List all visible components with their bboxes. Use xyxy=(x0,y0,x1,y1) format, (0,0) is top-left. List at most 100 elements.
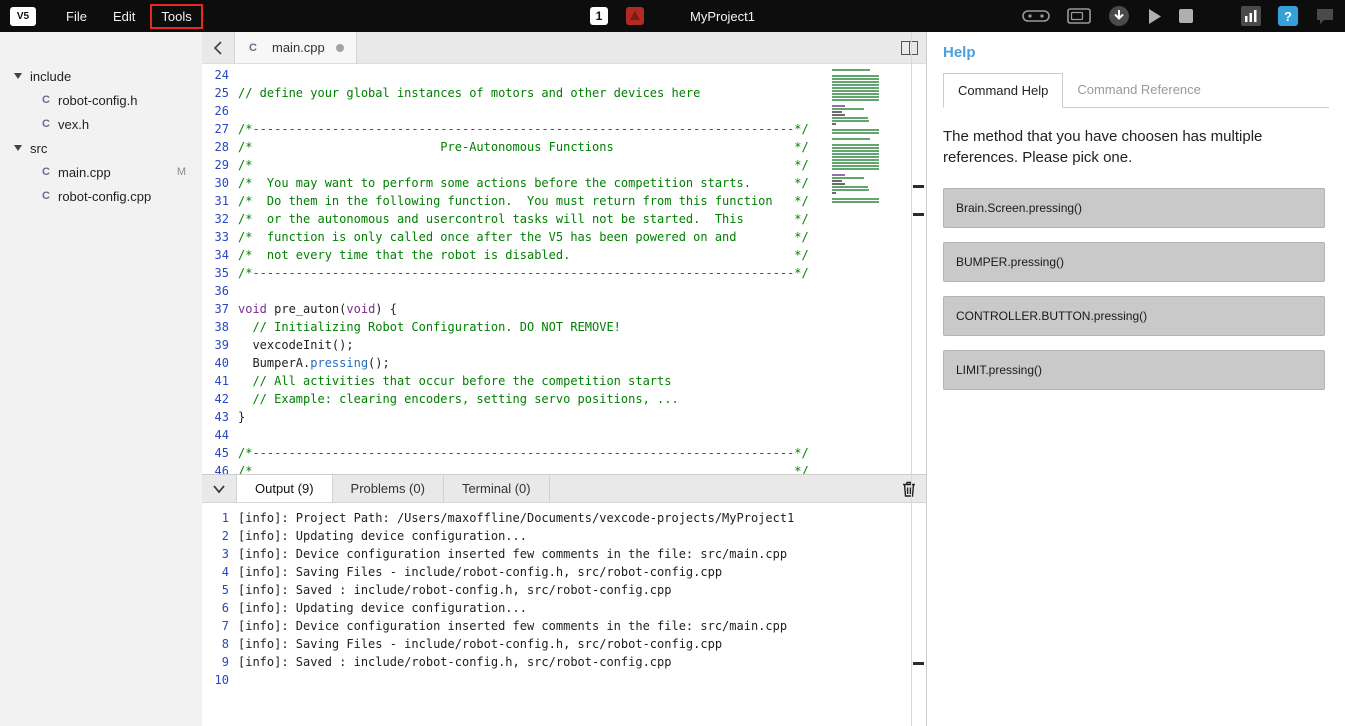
folder-src[interactable]: src xyxy=(0,136,202,160)
file-name: robot-config.h xyxy=(58,93,138,108)
folder-include[interactable]: include xyxy=(0,64,202,88)
cpp-file-icon: C xyxy=(40,94,52,106)
tab-command-help[interactable]: Command Help xyxy=(943,73,1063,108)
code-text: /* or the autonomous and usercontrol tas… xyxy=(238,210,809,228)
run-icon[interactable] xyxy=(1147,8,1162,25)
minimap-line xyxy=(832,90,879,92)
file-name: robot-config.cpp xyxy=(58,189,151,204)
minimap[interactable] xyxy=(832,66,884,204)
code-text: // define your global instances of motor… xyxy=(238,84,700,102)
menu-edit[interactable]: Edit xyxy=(103,5,145,28)
help-body: The method that you have choosen has mul… xyxy=(927,108,1345,404)
scrollbar-track[interactable] xyxy=(911,32,912,726)
code-text: /*--------------------------------------… xyxy=(238,120,809,138)
line-number: 6 xyxy=(202,599,238,617)
project-title: MyProject1 xyxy=(690,9,755,24)
folder-name: include xyxy=(30,69,71,84)
folder-name: src xyxy=(30,141,47,156)
output-line: 10 xyxy=(202,671,926,689)
download-icon[interactable] xyxy=(1108,5,1130,27)
output-line: 1[info]: Project Path: /Users/maxoffline… xyxy=(202,509,926,527)
help-option-button[interactable]: CONTROLLER.BUTTON.pressing() xyxy=(943,296,1325,336)
output-text: [info]: Updating device configuration... xyxy=(238,527,527,545)
code-line: 29/* */ xyxy=(202,156,926,174)
code-text: // Initializing Robot Configuration. DO … xyxy=(238,318,621,336)
clear-output-button[interactable] xyxy=(902,475,916,502)
minimap-line xyxy=(832,132,879,134)
menu-bar: File Edit Tools xyxy=(56,5,202,28)
code-line: 39 vexcodeInit(); xyxy=(202,336,926,354)
code-line: 27/*------------------------------------… xyxy=(202,120,926,138)
code-line: 35/*------------------------------------… xyxy=(202,264,926,282)
help-tabbar: Command HelpCommand Reference xyxy=(943,73,1329,108)
tab-output[interactable]: Output (9) xyxy=(236,475,333,502)
bottom-panel-tabs: Output (9)Problems (0)Terminal (0) xyxy=(236,475,550,502)
feedback-icon[interactable] xyxy=(1315,6,1335,26)
output-text: [info]: Saved : include/robot-config.h, … xyxy=(238,653,671,671)
help-icon[interactable]: ? xyxy=(1278,6,1298,26)
minimap-line xyxy=(832,165,879,167)
bottom-panel-tabbar: Output (9)Problems (0)Terminal (0) xyxy=(202,475,926,503)
line-number: 24 xyxy=(202,66,238,84)
output-text: [info]: Saving Files - include/robot-con… xyxy=(238,635,722,653)
code-text: // Example: clearing encoders, setting s… xyxy=(238,390,679,408)
code-line: 24 xyxy=(202,66,926,84)
minimap-line xyxy=(832,93,879,95)
help-option-button[interactable]: Brain.Screen.pressing() xyxy=(943,188,1325,228)
controller-icon[interactable] xyxy=(1022,8,1050,24)
menu-file[interactable]: File xyxy=(56,5,97,28)
minimap-line xyxy=(832,198,879,200)
line-number: 33 xyxy=(202,228,238,246)
output-text: [info]: Device configuration inserted fe… xyxy=(238,617,787,635)
stop-icon[interactable] xyxy=(1179,9,1193,23)
output-text: [info]: Saving Files - include/robot-con… xyxy=(238,563,722,581)
cpp-file-icon: C xyxy=(247,42,259,54)
file-robot-config-cpp[interactable]: Crobot-config.cpp xyxy=(0,184,202,208)
code-line: 40 BumperA.pressing(); xyxy=(202,354,926,372)
file-main-cpp[interactable]: Cmain.cppM xyxy=(0,160,202,184)
back-button[interactable] xyxy=(202,32,234,63)
minimap-line xyxy=(832,129,879,131)
output-line: 4[info]: Saving Files - include/robot-co… xyxy=(202,563,926,581)
dashboard-icon[interactable] xyxy=(1241,6,1261,26)
split-editor-icon[interactable] xyxy=(901,32,918,63)
minimap-line xyxy=(832,84,879,86)
minimap-line xyxy=(832,81,879,83)
tab-command-reference[interactable]: Command Reference xyxy=(1063,73,1215,107)
code-editor[interactable]: 2425// define your global instances of m… xyxy=(202,64,926,474)
help-option-button[interactable]: LIMIT.pressing() xyxy=(943,350,1325,390)
code-text: /*--------------------------------------… xyxy=(238,264,809,282)
minimap-line xyxy=(832,87,879,89)
tab-terminal[interactable]: Terminal (0) xyxy=(444,475,550,502)
line-number: 45 xyxy=(202,444,238,462)
file-robot-config-h[interactable]: Crobot-config.h xyxy=(0,88,202,112)
minimap-line xyxy=(832,75,879,77)
slot-indicator[interactable]: 1 xyxy=(590,7,608,25)
minimap-line xyxy=(832,171,884,173)
minimap-line xyxy=(832,141,884,143)
minimap-line xyxy=(832,144,879,146)
code-line: 45/*------------------------------------… xyxy=(202,444,926,462)
line-number: 34 xyxy=(202,246,238,264)
minimap-line xyxy=(832,153,879,155)
menu-tools[interactable]: Tools xyxy=(151,5,201,28)
minimap-line xyxy=(832,105,845,107)
line-number: 3 xyxy=(202,545,238,563)
collapse-panel-button[interactable] xyxy=(202,475,236,502)
tab-main-cpp[interactable]: C main.cpp xyxy=(234,32,357,63)
minimap-line xyxy=(832,108,864,110)
tab-problems[interactable]: Problems (0) xyxy=(333,475,444,502)
minimap-line xyxy=(832,195,884,197)
output-line: 2[info]: Updating device configuration..… xyxy=(202,527,926,545)
output-line: 6[info]: Updating device configuration..… xyxy=(202,599,926,617)
minimap-line xyxy=(832,123,836,125)
help-option-button[interactable]: BUMPER.pressing() xyxy=(943,242,1325,282)
line-number: 8 xyxy=(202,635,238,653)
line-number: 7 xyxy=(202,617,238,635)
file-vex-h[interactable]: Cvex.h xyxy=(0,112,202,136)
brain-icon[interactable] xyxy=(1067,8,1091,24)
minimap-line xyxy=(832,66,884,68)
minimap-line xyxy=(832,126,884,128)
line-number: 37 xyxy=(202,300,238,318)
code-line: 26 xyxy=(202,102,926,120)
